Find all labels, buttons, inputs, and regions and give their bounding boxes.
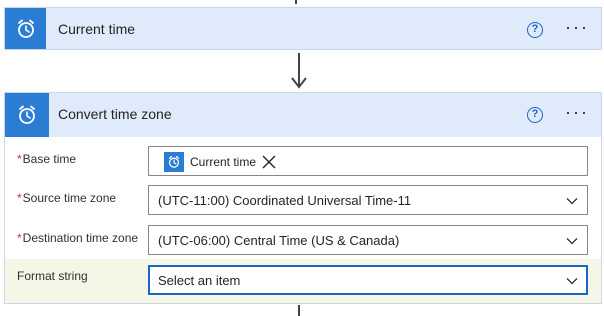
format-string-dropdown[interactable]: Select an item [148,265,588,295]
required-mark: * [17,152,22,166]
alarm-clock-icon [5,93,49,137]
field-row-format-string: Format string Select an item [5,259,601,303]
field-row-destination-time-zone: *Destination time zone (UTC-06:00) Centr… [5,223,601,261]
field-row-source-time-zone: *Source time zone (UTC-11:00) Coordinate… [5,183,601,221]
chevron-down-icon [566,198,578,205]
card-title: Current time [58,21,136,37]
bottom-connector-line [298,305,300,316]
dropdown-value: (UTC-11:00) Coordinated Universal Time-1… [158,193,412,208]
card-title: Convert time zone [58,106,172,122]
field-label-destination-time-zone: *Destination time zone [17,231,139,245]
field-label-source-time-zone: *Source time zone [17,191,117,205]
chevron-down-icon [566,238,578,245]
destination-time-zone-dropdown[interactable]: (UTC-06:00) Central Time (US & Canada) [148,225,588,255]
help-circle-icon[interactable]: ? [527,22,543,38]
field-row-base-time: *Base time Current time [5,143,601,181]
chevron-down-icon [566,278,578,285]
base-time-input[interactable]: Current time [148,146,588,176]
arrow-down-icon [291,77,307,89]
action-card-current-time[interactable]: Current time ? ··· [4,7,602,50]
token-label: Current time [190,154,257,169]
required-mark: * [17,191,22,205]
card-header[interactable]: Current time ? ··· [5,8,601,49]
card-header[interactable]: Convert time zone ? ··· [5,93,601,137]
top-connector-line [295,0,297,4]
required-mark: * [17,231,22,245]
close-icon[interactable] [261,154,277,170]
field-label-base-time: *Base time [17,152,77,166]
field-label-format-string: Format string [17,269,88,283]
more-options-icon[interactable]: ··· [565,103,589,121]
source-time-zone-dropdown[interactable]: (UTC-11:00) Coordinated Universal Time-1… [148,185,588,215]
dropdown-placeholder: Select an item [158,273,241,288]
dropdown-value: (UTC-06:00) Central Time (US & Canada) [158,233,400,248]
more-options-icon[interactable]: ··· [565,18,589,36]
dynamic-content-token[interactable]: Current time [164,151,277,172]
help-circle-icon[interactable]: ? [527,107,543,123]
alarm-clock-icon [164,151,184,172]
action-card-convert-time-zone[interactable]: Convert time zone ? ··· *Base time Curre… [4,92,602,304]
alarm-clock-icon [5,8,46,49]
